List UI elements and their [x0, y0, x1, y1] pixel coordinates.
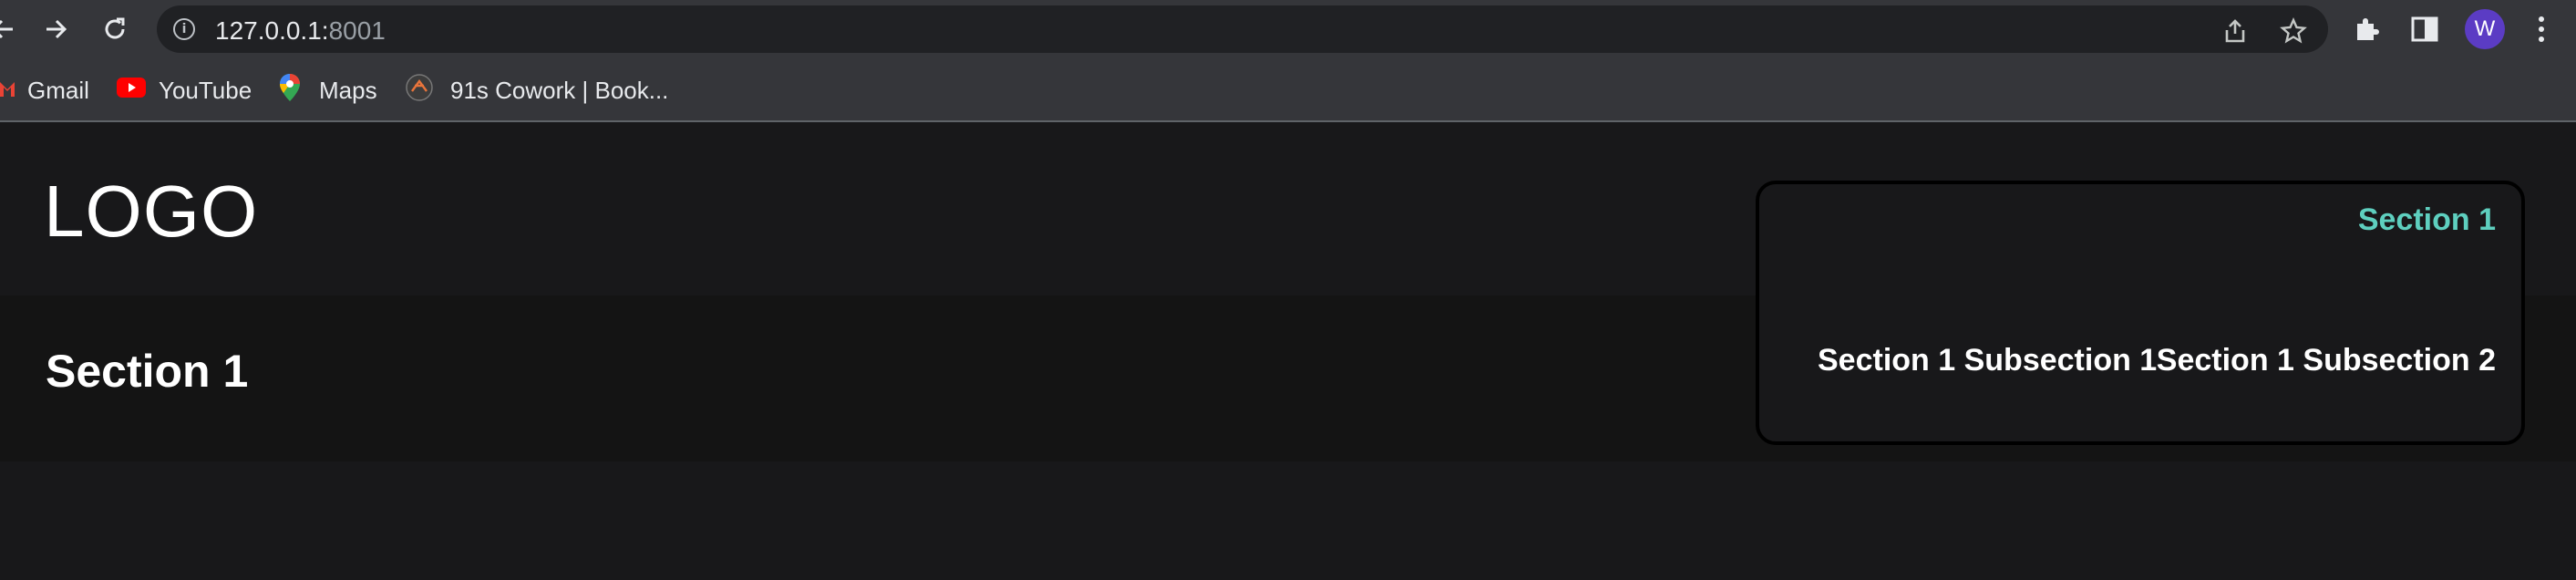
side-panel-icon[interactable] [2408, 13, 2441, 46]
bookmark-label: Gmail [27, 76, 89, 104]
site-logo[interactable]: LOGO [44, 170, 258, 254]
gmail-icon [0, 77, 15, 105]
cowork-icon [405, 73, 434, 109]
navigation-menu: Section 1 Section 1 Subsection 1 Section… [1756, 181, 2525, 445]
maps-icon [279, 73, 301, 109]
menu-kebab-icon[interactable] [2525, 13, 2558, 46]
profile-avatar[interactable]: W [2465, 9, 2505, 49]
bookmark-label: YouTube [159, 76, 252, 104]
reload-icon[interactable] [97, 11, 133, 47]
bookmark-star-icon[interactable] [2279, 16, 2308, 46]
forward-arrow-icon[interactable] [38, 11, 75, 47]
site-info-icon[interactable]: i [173, 18, 195, 40]
bookmark-maps[interactable]: Maps [279, 73, 377, 109]
bookmark-label: 91s Cowork | Book... [450, 76, 669, 104]
bookmark-youtube[interactable]: YouTube [117, 75, 252, 106]
bookmark-cowork[interactable]: 91s Cowork | Book... [405, 73, 669, 109]
nav-item-subsection-2[interactable]: Section 1 Subsection 2 [2157, 343, 2496, 378]
browser-toolbar: i 127.0.0.1:8001 W [0, 0, 2576, 58]
extensions-icon[interactable] [2350, 13, 2383, 46]
section-title: Section 1 [46, 346, 249, 397]
bookmarks-bar: Gmail YouTube Maps 91s Cowork | Book... [0, 58, 2576, 122]
youtube-icon [117, 77, 146, 105]
nav-item-section-1[interactable]: Section 1 [2358, 202, 2496, 238]
bookmark-gmail[interactable]: Gmail [0, 75, 89, 106]
share-icon[interactable] [2221, 16, 2250, 46]
nav-item-subsection-1[interactable]: Section 1 Subsection 1 [1818, 343, 2157, 378]
bookmark-label: Maps [319, 76, 377, 104]
url-host: 127.0.0.1: [215, 16, 329, 45]
url-port: 8001 [328, 16, 386, 45]
page-content: LOGO Section 1 Section 1 Section 1 Subse… [0, 122, 2576, 580]
address-bar[interactable]: i 127.0.0.1:8001 [157, 5, 2328, 53]
url-text: 127.0.0.1:8001 [215, 16, 386, 46]
back-icon[interactable] [0, 11, 20, 47]
